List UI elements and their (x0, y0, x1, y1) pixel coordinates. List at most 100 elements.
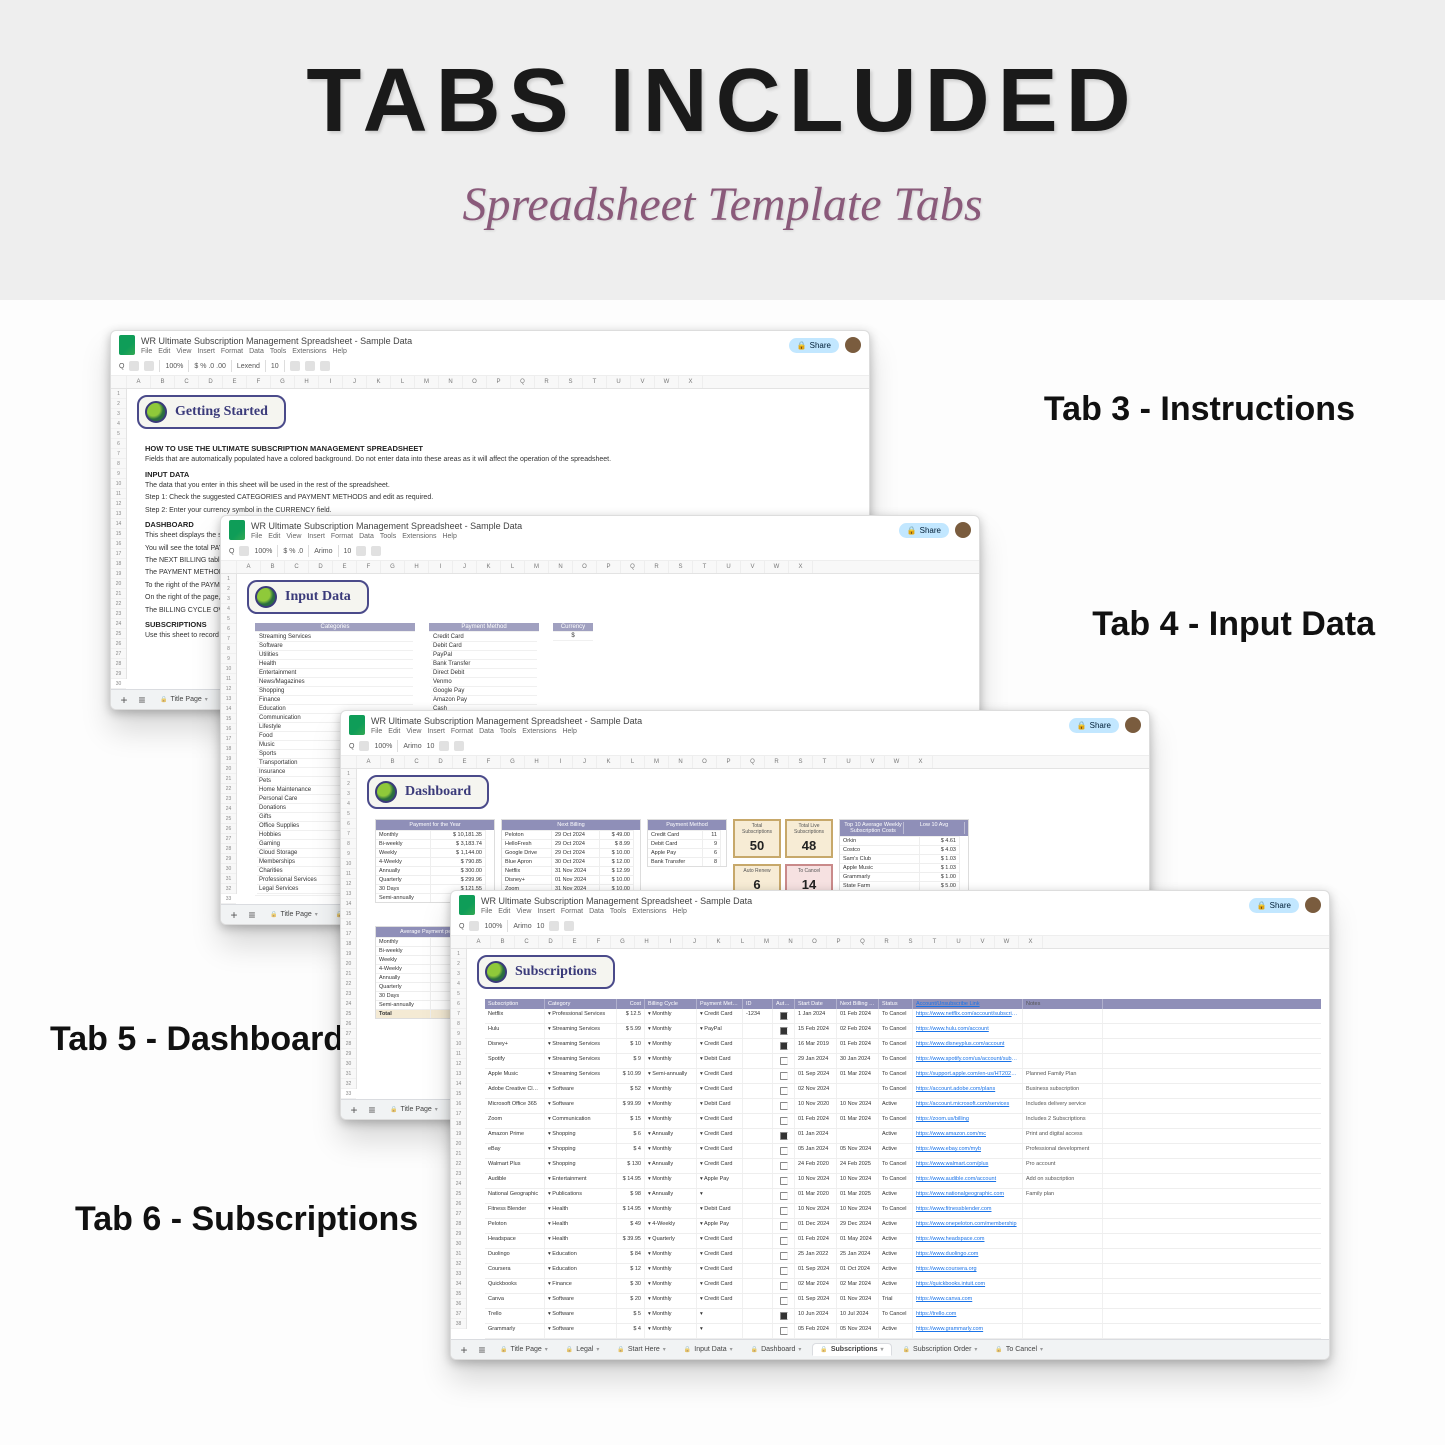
avatar[interactable] (845, 337, 861, 353)
sheet-tab[interactable]: 🔒Subscriptions▾ (812, 1343, 891, 1356)
sheet-tab[interactable]: 🔒Legal▾ (559, 1344, 607, 1355)
sheet-tab[interactable]: 🔒Start Here▾ (610, 1344, 672, 1355)
menu-item[interactable]: Extensions (522, 728, 556, 735)
checkbox-icon[interactable] (780, 1132, 788, 1140)
share-button[interactable]: 🔒Share (1069, 718, 1119, 733)
menu-item[interactable]: View (406, 728, 421, 735)
menu-item[interactable]: Data (359, 533, 374, 540)
menu-item[interactable]: Tools (380, 533, 396, 540)
checkbox-icon[interactable] (780, 1117, 788, 1125)
section-badge: Input Data (247, 580, 369, 614)
sheet-tab[interactable]: 🔒To Cancel▾ (988, 1344, 1050, 1355)
menu-item[interactable]: Insert (307, 533, 325, 540)
checkbox-icon[interactable] (780, 1027, 788, 1035)
gs-menubar[interactable]: File Edit View Insert Format Data Tools Extensi… (141, 348, 783, 355)
menu-item[interactable]: Help (442, 533, 456, 540)
menu-item[interactable]: Data (249, 348, 264, 355)
menu-item[interactable]: Data (589, 908, 604, 915)
lock-icon: 🔒 (797, 341, 807, 350)
sheet-tab[interactable]: 🔒Subscription Order▾ (896, 1344, 985, 1355)
menu-item[interactable]: Insert (197, 348, 215, 355)
all-sheets-button[interactable]: ≡ (365, 1103, 379, 1117)
chevron-down-icon: ▾ (881, 1346, 884, 1353)
menu-item[interactable]: Edit (388, 728, 400, 735)
sheet-tab[interactable]: 🔒Title Page▾ (383, 1104, 445, 1115)
checkbox-icon[interactable] (780, 1252, 788, 1260)
checkbox-icon[interactable] (780, 1057, 788, 1065)
share-button[interactable]: 🔒Share (899, 523, 949, 538)
menu-item[interactable]: View (286, 533, 301, 540)
checkbox-icon[interactable] (780, 1192, 788, 1200)
checkbox-icon[interactable] (780, 1162, 788, 1170)
checkbox-icon[interactable] (780, 1327, 788, 1335)
share-button[interactable]: 🔒Share (1249, 898, 1299, 913)
add-sheet-button[interactable]: + (347, 1103, 361, 1117)
avatar[interactable] (955, 522, 971, 538)
menu-item[interactable]: File (251, 533, 262, 540)
menu-item[interactable]: Format (331, 533, 353, 540)
menu-item[interactable]: Extensions (292, 348, 326, 355)
add-sheet-button[interactable]: + (457, 1343, 471, 1357)
checkbox-icon[interactable] (780, 1222, 788, 1230)
checkbox-icon[interactable] (780, 1087, 788, 1095)
chevron-down-icon: ▾ (435, 1106, 438, 1113)
checkbox-icon[interactable] (780, 1207, 788, 1215)
sheet-tab[interactable]: 🔒Input Data▾ (677, 1344, 740, 1355)
menu-item[interactable]: View (176, 348, 191, 355)
menu-item[interactable]: Tools (500, 728, 516, 735)
checkbox-icon[interactable] (780, 1147, 788, 1155)
checkbox-icon[interactable] (780, 1102, 788, 1110)
menu-item[interactable]: Insert (427, 728, 445, 735)
menu-item[interactable]: Edit (268, 533, 280, 540)
sheet-tab[interactable]: 🔒Dashboard▾ (744, 1344, 809, 1355)
checkbox-icon[interactable] (780, 1177, 788, 1185)
menu-item[interactable]: Tools (610, 908, 626, 915)
menu-item[interactable]: Help (562, 728, 576, 735)
menu-item[interactable]: Insert (537, 908, 555, 915)
menu-item[interactable]: Extensions (632, 908, 666, 915)
all-sheets-button[interactable]: ≡ (245, 908, 259, 922)
menu-item[interactable]: Tools (270, 348, 286, 355)
sheet-tab[interactable]: 🔒Title Page▾ (493, 1344, 555, 1355)
sheet-tab[interactable]: 🔒Title Page▾ (263, 909, 325, 920)
menu-item[interactable]: View (516, 908, 531, 915)
table-row: Duolingo▾ Education$ 84▾ Monthly▾ Credit… (485, 1249, 1321, 1264)
menu-item[interactable]: Edit (498, 908, 510, 915)
checkbox-icon[interactable] (780, 1282, 788, 1290)
menu-item[interactable]: File (371, 728, 382, 735)
all-sheets-button[interactable]: ≡ (135, 693, 149, 707)
add-sheet-button[interactable]: + (117, 693, 131, 707)
checkbox-icon[interactable] (780, 1297, 788, 1305)
table-row: Coursera▾ Education$ 12▾ Monthly▾ Credit… (485, 1264, 1321, 1279)
checkbox-icon[interactable] (780, 1237, 788, 1245)
stat-total-subs: Total Subscriptions50 (733, 819, 781, 858)
chevron-down-icon: ▾ (974, 1346, 977, 1353)
table-row: National Geographic▾ Publications$ 98▾ A… (485, 1189, 1321, 1204)
menu-item[interactable]: File (481, 908, 492, 915)
menu-item[interactable]: Edit (158, 348, 170, 355)
menu-item[interactable]: Format (451, 728, 473, 735)
checkbox-icon[interactable] (780, 1072, 788, 1080)
add-sheet-button[interactable]: + (227, 908, 241, 922)
checkbox-icon[interactable] (780, 1312, 788, 1320)
chevron-down-icon: ▾ (798, 1346, 801, 1353)
menu-item[interactable]: File (141, 348, 152, 355)
menu-item[interactable]: Format (221, 348, 243, 355)
menu-item[interactable]: Extensions (402, 533, 436, 540)
menu-item[interactable]: Format (561, 908, 583, 915)
checkbox-icon[interactable] (780, 1012, 788, 1020)
menu-item[interactable]: Data (479, 728, 494, 735)
share-button[interactable]: 🔒Share (789, 338, 839, 353)
menu-item[interactable]: Help (672, 908, 686, 915)
all-sheets-button[interactable]: ≡ (475, 1343, 489, 1357)
avatar[interactable] (1305, 897, 1321, 913)
sheet-tab[interactable]: 🔒Title Page▾ (153, 694, 215, 705)
callout-tab6: Tab 6 - Subscriptions (75, 1200, 418, 1239)
checkbox-icon[interactable] (780, 1042, 788, 1050)
sheet-tabs[interactable]: + ≡ 🔒Title Page▾ 🔒Legal▾🔒Start Here▾ 🔒Input … (451, 1339, 1329, 1359)
checkbox-icon[interactable] (780, 1267, 788, 1275)
page-title: TABS INCLUDED (0, 50, 1445, 153)
gs-toolbar[interactable]: Q100%$ % .0 .00Lexend10 (111, 357, 869, 376)
menu-item[interactable]: Help (332, 348, 346, 355)
avatar[interactable] (1125, 717, 1141, 733)
